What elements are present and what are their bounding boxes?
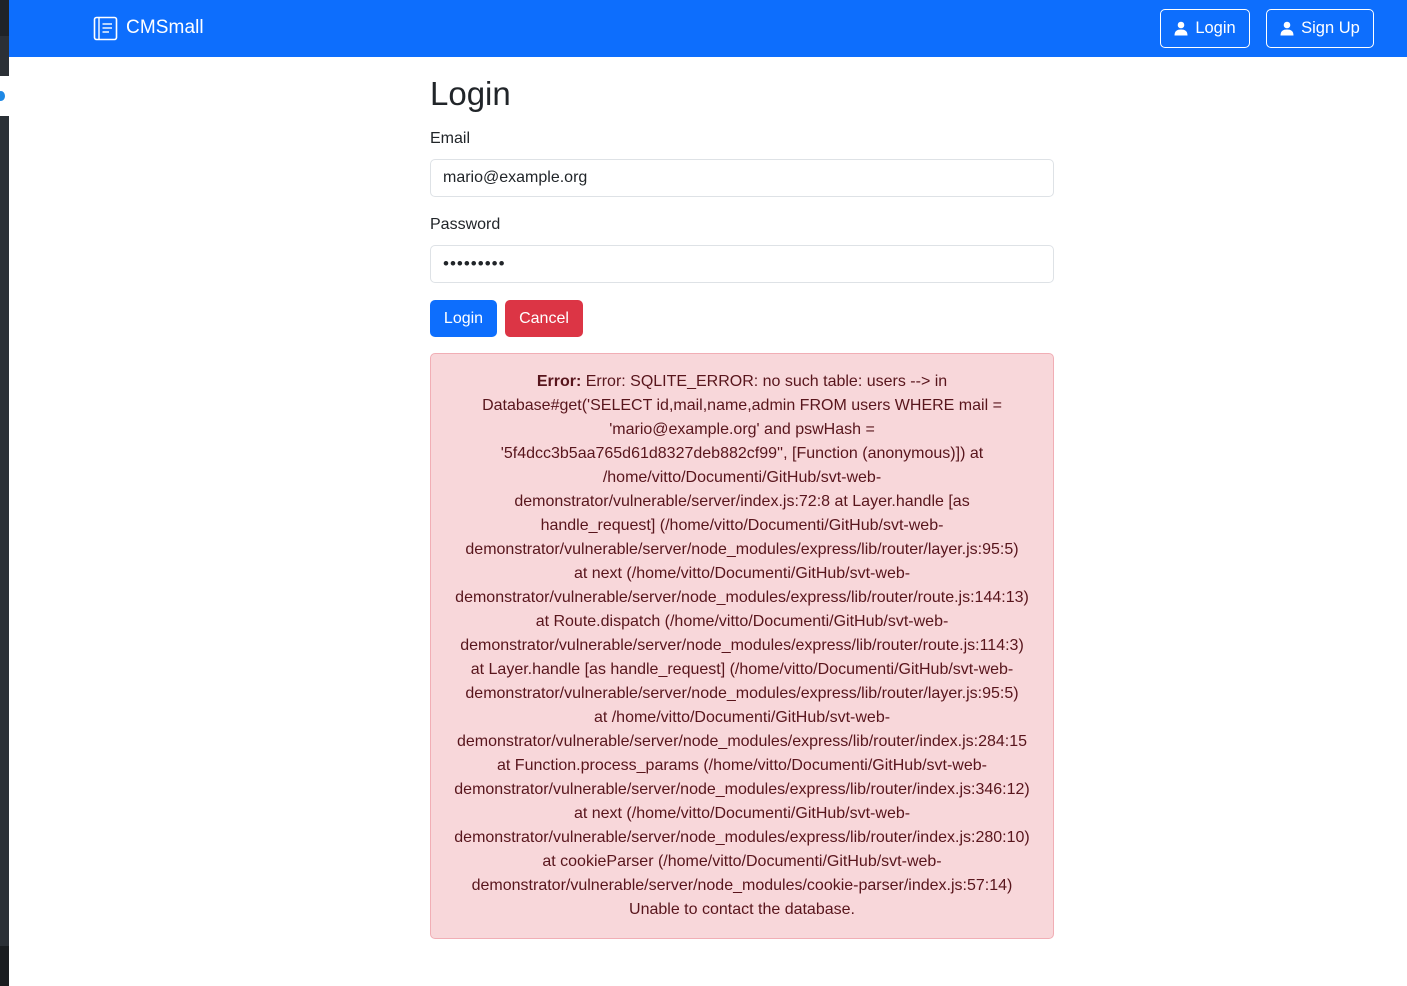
nav-login-button[interactable]: Login [1160,9,1250,48]
error-line: demonstrator/vulnerable/server/node_modu… [454,781,1030,798]
left-window-strip [0,0,9,986]
error-line: handle_request] (/home/vitto/Documenti/G… [540,517,944,534]
error-line: at Function.process_params (/home/vitto/… [497,757,987,774]
error-line: Database#get('SELECT id,mail,name,admin … [482,397,1002,414]
password-field[interactable]: ••••••••• [430,245,1054,283]
nav-signup-button[interactable]: Sign Up [1266,9,1374,48]
top-navbar: CMSmall Login Sign Up [9,0,1407,57]
error-line: at Route.dispatch (/home/vitto/Documenti… [535,613,949,630]
error-line: 'mario@example.org' and pswHash = [609,421,875,438]
error-line: at Layer.handle [as handle_request] (/ho… [470,661,1014,678]
error-line: demonstrator/vulnerable/server/index.js:… [514,493,970,510]
error-line: at next (/home/vitto/Documenti/GitHub/sv… [573,805,911,822]
error-line: demonstrator/vulnerable/server/node_modu… [465,685,1019,702]
error-line: at cookieParser (/home/vitto/Documenti/G… [542,853,942,870]
nav-login-label: Login [1195,19,1236,37]
error-line: demonstrator/vulnerable/server/node_modu… [456,733,1028,750]
error-line: at next (/home/vitto/Documenti/GitHub/sv… [573,565,911,582]
person-icon [1174,21,1188,36]
journal-text-icon [93,16,118,40]
error-prefix: Error: [536,373,582,390]
left-strip-bottom [0,946,9,986]
error-line: demonstrator/vulnerable/server/node_modu… [455,589,1029,606]
error-alert: Error: Error: SQLITE_ERROR: no such tabl… [430,353,1054,939]
cancel-button[interactable]: Cancel [505,300,583,337]
error-line: '5f4dcc3b5aa765d61d8327deb882cf99'', [Fu… [500,445,984,462]
error-line: /home/vitto/Documenti/GitHub/svt-web- [602,469,882,486]
brand[interactable]: CMSmall [93,15,204,41]
brand-name: CMSmall [126,17,204,38]
error-line: demonstrator/vulnerable/server/node_modu… [454,829,1030,846]
error-line: demonstrator/vulnerable/server/node_modu… [471,877,1013,894]
error-line: Error: Error: SQLITE_ERROR: no such tabl… [439,370,1045,394]
error-line-text: Error: SQLITE_ERROR: no such table: user… [585,373,948,390]
error-line: demonstrator/vulnerable/server/node_modu… [460,637,1024,654]
email-label: Email [430,130,471,147]
password-label: Password [430,216,501,233]
error-line: demonstrator/vulnerable/server/node_modu… [465,541,1019,558]
person-icon [1280,21,1294,36]
login-button[interactable]: Login [430,300,497,337]
error-line: Unable to contact the database. [629,901,855,918]
email-field[interactable]: mario@example.org [430,159,1054,197]
error-line: at /home/vitto/Documenti/GitHub/svt-web- [593,709,891,726]
page-title: Login [430,75,511,112]
password-value: ••••••••• [443,254,506,273]
error-message: Error: Error: SQLITE_ERROR: no such tabl… [439,370,1045,922]
email-value: mario@example.org [443,169,588,186]
nav-signup-label: Sign Up [1301,19,1360,37]
left-strip-top [0,0,9,36]
